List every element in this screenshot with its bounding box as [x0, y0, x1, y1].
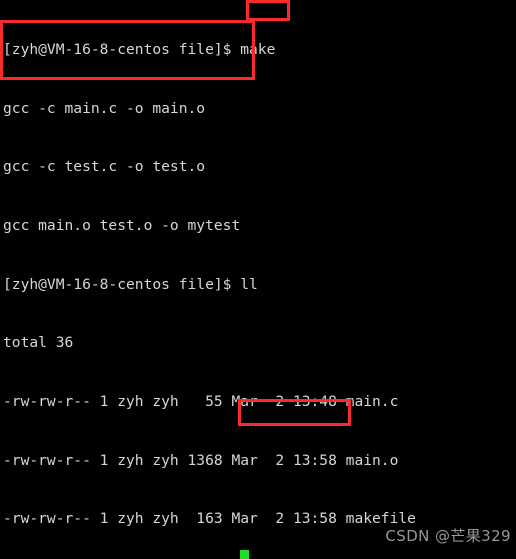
terminal-line: gcc -c main.c -o main.o	[3, 99, 516, 119]
shell-prompt: [zyh@VM-16-8-centos file]$	[3, 41, 241, 59]
output-text: gcc -c main.c -o main.o	[3, 99, 206, 117]
file-listing-row: -rw-rw-r-- 1 zyh zyh 55 Mar 2 13:48 main…	[3, 392, 516, 412]
file-listing-row: -rw-rw-r-- 1 zyh zyh 1368 Mar 2 13:58 ma…	[3, 451, 516, 471]
output-text: gcc -c test.c -o test.o	[3, 158, 206, 176]
output-text: -rw-rw-r-- 1 zyh zyh 1368 Mar 2 13:58 ma…	[3, 451, 399, 469]
terminal-line: gcc main.o test.o -o mytest	[3, 216, 516, 236]
shell-prompt: [zyh@VM-16-8-centos file]$	[3, 275, 241, 293]
terminal-line: gcc -c test.c -o test.o	[3, 157, 516, 177]
terminal-line: [zyh@VM-16-8-centos file]$ ll	[3, 275, 516, 295]
output-text: -rw-rw-r-- 1 zyh zyh 55 Mar 2 13:48 main…	[3, 392, 399, 410]
terminal-cursor	[240, 550, 249, 559]
terminal-window[interactable]: [zyh@VM-16-8-centos file]$ make gcc -c m…	[0, 0, 516, 559]
command-text: make	[240, 41, 276, 59]
terminal-line: [zyh@VM-16-8-centos file]$ make	[3, 40, 516, 60]
terminal-line: total 36	[3, 333, 516, 353]
output-text: gcc main.o test.o -o mytest	[3, 217, 241, 235]
output-text: total 36	[3, 334, 74, 352]
command-text: ll	[240, 275, 258, 293]
output-text: -rw-rw-r-- 1 zyh zyh 163 Mar 2 13:58 mak…	[3, 510, 416, 528]
terminal-output: [zyh@VM-16-8-centos file]$ make gcc -c m…	[3, 1, 516, 559]
file-listing-row: -rw-rw-r-- 1 zyh zyh 163 Mar 2 13:58 mak…	[3, 509, 516, 529]
